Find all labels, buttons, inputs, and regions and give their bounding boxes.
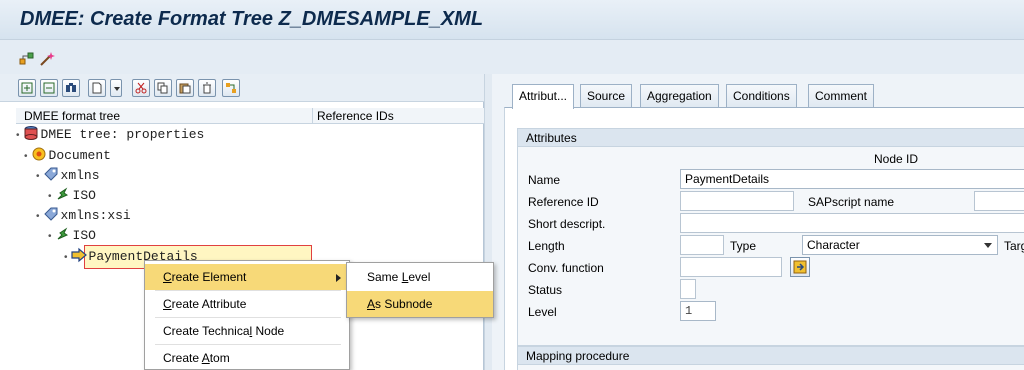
title-bar: DMEE: Create Format Tree Z_DMESAMPLE_XML: [0, 0, 1024, 40]
name-field[interactable]: PaymentDetails: [680, 169, 1024, 189]
dropdown-icon[interactable]: [110, 79, 122, 97]
type-label: Type: [730, 239, 757, 253]
node-details-panel: Attribut... Source Aggregation Condition…: [492, 74, 1024, 370]
magic-wand-icon[interactable]: [38, 50, 56, 68]
conv-function-field[interactable]: [680, 257, 782, 277]
document-node-icon: [31, 146, 47, 162]
atom-icon: [55, 186, 71, 202]
menu-item-create-element[interactable]: Create Element: [145, 264, 349, 290]
reference-id-label: Reference ID: [528, 195, 599, 209]
tree-toolbar: [0, 74, 484, 102]
chevron-down-icon: [984, 243, 992, 248]
tab-attributes[interactable]: Attribut...: [512, 84, 575, 109]
short-descript-field[interactable]: [680, 213, 1024, 233]
submenu-arrow-icon: [336, 274, 341, 282]
window-title: DMEE: Create Format Tree Z_DMESAMPLE_XML: [20, 8, 484, 30]
attributes-group: Attributes Node ID Name PaymentDetails R…: [517, 128, 1024, 346]
menu-item-create-atom[interactable]: Create Atom: [145, 345, 349, 370]
tree-node-xmlns-xsi[interactable]: • xmlns:xsi: [36, 206, 131, 226]
menu-item-create-technical-node[interactable]: Create Technical Node: [145, 318, 349, 344]
node-id-header: Node ID: [874, 152, 919, 166]
short-descript-label: Short descript.: [528, 217, 606, 231]
attribute-tag-icon: [43, 166, 59, 182]
tree-column-header: DMEE format tree Reference IDs: [16, 108, 484, 124]
menu-item-create-attribute[interactable]: Create Attribute: [145, 291, 349, 317]
length-field[interactable]: [680, 235, 724, 255]
status-label: Status: [528, 283, 563, 297]
tab-source[interactable]: Source: [580, 84, 633, 108]
find-icon[interactable]: [62, 79, 80, 97]
tree-node-iso[interactable]: • ISO: [48, 226, 96, 246]
function-help-icon[interactable]: [790, 257, 810, 277]
name-label: Name: [528, 173, 561, 187]
type-select-value: Character: [807, 238, 860, 252]
tree-node-label: xmlns: [60, 168, 100, 183]
paste-icon[interactable]: [176, 79, 194, 97]
menu-item-same-level[interactable]: Same Level: [347, 264, 493, 290]
tree-node-xmlns[interactable]: • xmlns: [36, 166, 100, 186]
tab-aggregation[interactable]: Aggregation: [640, 84, 719, 108]
column-dmee-format-tree[interactable]: DMEE format tree: [24, 109, 120, 123]
tree-node-root[interactable]: • DMEE tree: properties: [16, 125, 204, 145]
collapse-subtree-icon[interactable]: [40, 79, 58, 97]
target-label: Targe: [1004, 239, 1024, 253]
conv-function-label: Conv. function: [528, 261, 604, 275]
tab-conditions[interactable]: Conditions: [726, 84, 797, 108]
tree-node-label: xmlns:xsi: [60, 208, 131, 223]
tree-node-label: ISO: [72, 188, 96, 203]
application-toolbar: [0, 40, 1024, 74]
context-menu: Create Element Create Attribute Create T…: [144, 260, 350, 370]
sapscript-name-field[interactable]: [974, 191, 1024, 211]
type-select[interactable]: Character: [802, 235, 998, 255]
reference-id-field[interactable]: [680, 191, 794, 211]
new-node-icon[interactable]: [88, 79, 106, 97]
column-reference-ids[interactable]: Reference IDs: [312, 108, 394, 124]
tab-content-attributes: Attributes Node ID Name PaymentDetails R…: [504, 107, 1024, 370]
atom-icon: [55, 226, 71, 242]
database-icon: [23, 125, 39, 141]
tree-node-document[interactable]: • Document: [24, 146, 111, 166]
menu-item-as-subnode[interactable]: As Subnode: [347, 291, 493, 317]
sapscript-name-label: SAPscript name: [808, 195, 895, 209]
element-arrow-icon: [70, 247, 87, 263]
level-label: Level: [528, 305, 557, 319]
panel-splitter[interactable]: [484, 74, 492, 370]
level-field: 1: [680, 301, 716, 321]
length-label: Length: [528, 239, 565, 253]
cut-icon[interactable]: [132, 79, 150, 97]
tree-check-icon[interactable]: [18, 50, 36, 68]
expand-subtree-icon[interactable]: [18, 79, 36, 97]
copy-icon[interactable]: [154, 79, 172, 97]
attribute-tag-icon: [43, 206, 59, 222]
tree-node-label: ISO: [72, 228, 96, 243]
create-element-submenu: Same Level As Subnode: [346, 262, 494, 318]
mapping-group-title: Mapping procedure: [518, 347, 1024, 365]
tab-comment[interactable]: Comment: [808, 84, 875, 108]
attributes-group-title: Attributes: [518, 129, 1024, 147]
tree-node-iso[interactable]: • ISO: [48, 186, 96, 206]
transfer-icon[interactable]: [222, 79, 240, 97]
tree-node-label: DMEE tree: properties: [40, 127, 205, 142]
delete-icon[interactable]: [198, 79, 216, 97]
tree-node-label: Document: [48, 148, 111, 163]
mapping-procedure-group: Mapping procedure: [517, 346, 1024, 370]
status-checkbox[interactable]: [680, 279, 696, 299]
